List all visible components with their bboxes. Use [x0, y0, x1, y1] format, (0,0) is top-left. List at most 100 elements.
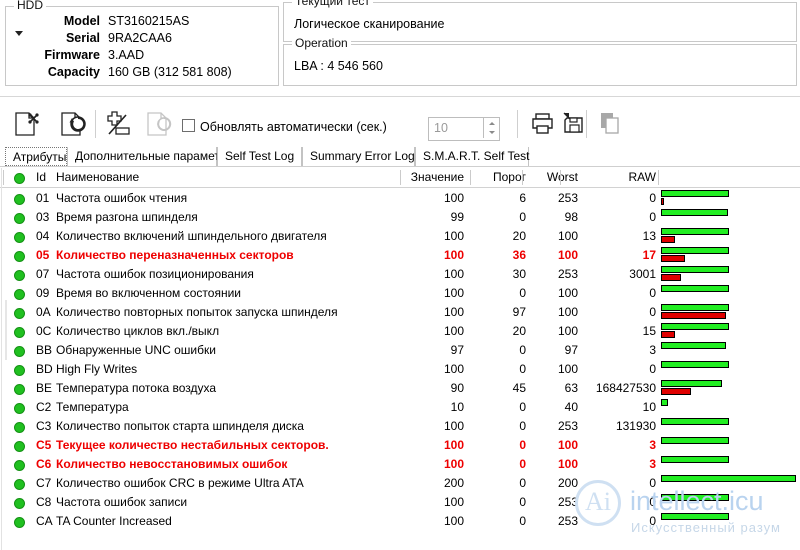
- tab-5[interactable]: S.M.A.R.T. Self Test: [415, 147, 529, 166]
- table-row[interactable]: 07 Частота ошибок позиционирования 100 30 25…: [0, 265, 800, 284]
- spinner-down-button[interactable]: [484, 128, 499, 138]
- table-row[interactable]: 03 Время разгона шпинделя 99 0 98 0: [0, 208, 800, 227]
- cell-name: High Fly Writes: [56, 362, 138, 376]
- table-row[interactable]: 0A Количество повторных попыток запуска ш…: [0, 303, 800, 322]
- column-header-raw[interactable]: RAW: [590, 168, 656, 187]
- toolbar-separator-2: [517, 110, 518, 138]
- table-row[interactable]: 05 Количество переназначенных секторов 100…: [0, 246, 800, 265]
- column-header-threshold[interactable]: Порог: [466, 168, 526, 187]
- column-header-worst[interactable]: Worst: [518, 168, 578, 187]
- table-row[interactable]: 09 Время во включенном состоянии 100 0 100 0: [0, 284, 800, 303]
- cell-id: 04: [36, 229, 50, 243]
- cell-id: C3: [36, 419, 52, 433]
- table-row[interactable]: BE Температура потока воздуха 90 45 63 168427…: [0, 379, 800, 398]
- cell-raw: 10: [642, 400, 656, 414]
- cell-raw: 0: [649, 362, 656, 376]
- threshold-bar: [661, 388, 691, 395]
- cell-value: 100: [443, 514, 464, 528]
- value-bar: [661, 247, 729, 254]
- status-dot-icon: [14, 232, 25, 243]
- table-row[interactable]: C3 Количество попыток старта шпинделя дис…: [0, 417, 800, 436]
- tab-2[interactable]: Дополнительные параметры: [67, 147, 235, 166]
- new-scan-icon[interactable]: [8, 107, 44, 141]
- column-header-value[interactable]: Значение: [404, 168, 464, 187]
- cell-name: Частота ошибок позиционирования: [56, 267, 254, 281]
- status-dot-icon: [14, 460, 25, 471]
- value-bar: [661, 190, 729, 197]
- cell-id: BB: [36, 343, 53, 357]
- value-bar: [661, 361, 729, 368]
- table-row[interactable]: C5 Текущее количество нестабильных сектор…: [0, 436, 800, 455]
- value-bar: [661, 266, 729, 273]
- hdd-label-model: Model: [63, 14, 100, 28]
- cell-raw: 0: [649, 191, 656, 205]
- cell-threshold: 0: [519, 286, 526, 300]
- toolbar: Обновлять автоматически (сек.): [0, 105, 800, 145]
- value-bar: [661, 228, 729, 235]
- status-dot-icon: [14, 194, 25, 205]
- table-row[interactable]: 04 Количество включений шпиндельного двиг…: [0, 227, 800, 246]
- auto-refresh-checkbox[interactable]: Обновлять автоматически (сек.): [182, 119, 387, 134]
- tab-1[interactable]: Атрибуты: [5, 147, 67, 166]
- bar-chart: [661, 209, 796, 226]
- hdd-label-firmware: Firmware: [44, 48, 100, 62]
- column-header-name[interactable]: Наименование: [56, 168, 396, 187]
- cell-id: 09: [36, 286, 50, 300]
- cell-id: 0A: [36, 305, 51, 319]
- attributes-table: Id Наименование Значение Порог Worst RAW 01 Ча…: [0, 168, 800, 528]
- status-dot-icon: [14, 251, 25, 262]
- status-dot-icon: [14, 498, 25, 509]
- value-bar: [661, 209, 728, 216]
- cell-id: C2: [36, 400, 52, 414]
- cell-threshold: 30: [512, 267, 526, 281]
- cell-value: 100: [443, 191, 464, 205]
- table-row[interactable]: 01 Частота ошибок чтения 100 6 253 0: [0, 189, 800, 208]
- checkbox-box[interactable]: [182, 119, 195, 132]
- table-row[interactable]: BB Обнаруженные UNC ошибки 97 0 97 3: [0, 341, 800, 360]
- cell-id: 01: [36, 191, 50, 205]
- cell-name: Количество циклов вкл./выкл: [56, 324, 220, 338]
- hdd-value-model: ST3160215AS: [108, 14, 190, 28]
- scroll-indicator[interactable]: [5, 300, 7, 360]
- cell-threshold: 0: [519, 210, 526, 224]
- cell-value: 100: [443, 229, 464, 243]
- refresh-interval-input[interactable]: 10: [428, 117, 500, 141]
- watermark: Ai intellect.icu Искусственный разум: [575, 478, 800, 546]
- table-row[interactable]: 0C Количество циклов вкл./выкл 100 20 100 15: [0, 322, 800, 341]
- add-remove-icon[interactable]: [100, 107, 136, 141]
- value-bar: [661, 285, 729, 292]
- cell-raw: 13: [642, 229, 656, 243]
- refresh-interval-value: 10: [434, 121, 448, 135]
- cell-threshold: 0: [519, 457, 526, 471]
- header-separator: [560, 170, 561, 185]
- cell-id: BE: [36, 381, 53, 395]
- cell-name: Температура потока воздуха: [56, 381, 217, 395]
- cell-threshold: 0: [519, 514, 526, 528]
- value-bar: [661, 380, 722, 387]
- cell-threshold: 0: [519, 343, 526, 357]
- tab-3[interactable]: Self Test Log: [217, 147, 302, 166]
- bar-chart: [661, 266, 796, 283]
- cell-raw: 3: [649, 343, 656, 357]
- threshold-bar: [661, 331, 675, 338]
- status-dot-icon: [14, 517, 25, 528]
- bar-chart: [661, 228, 796, 245]
- copy-icon: [594, 107, 630, 141]
- cell-raw: 168427530: [595, 381, 656, 395]
- refresh-disk-icon[interactable]: [54, 107, 90, 141]
- spinner-buttons[interactable]: [483, 118, 499, 138]
- hdd-value-serial: 9RA2CAA6: [108, 31, 172, 45]
- spinner-up-button[interactable]: [484, 118, 499, 128]
- cell-threshold: 0: [519, 362, 526, 376]
- status-dot-icon: [14, 384, 25, 395]
- bar-chart: [661, 323, 796, 340]
- cell-id: C8: [36, 495, 52, 509]
- status-dot-icon: [14, 327, 25, 338]
- table-row[interactable]: C6 Количество невосстановимых ошибок 100 0 1…: [0, 455, 800, 474]
- tab-4[interactable]: Summary Error Log: [302, 147, 415, 166]
- cell-value: 100: [443, 495, 464, 509]
- table-row[interactable]: BD High Fly Writes 100 0 100 0: [0, 360, 800, 379]
- table-row[interactable]: C2 Температура 10 0 40 10: [0, 398, 800, 417]
- current-test-title: Текущий тест: [292, 0, 373, 7]
- print-icon[interactable]: [524, 107, 560, 141]
